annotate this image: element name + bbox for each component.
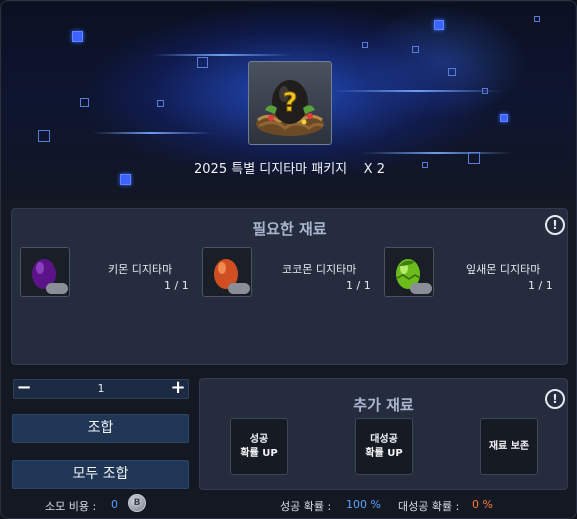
banner-deco-square [157, 100, 164, 107]
banner-deco-square [500, 114, 508, 122]
banner-light-streak [152, 54, 292, 56]
success-rate-label: 성공 확률 : [280, 500, 332, 513]
package-multiplier: X 2 [363, 162, 385, 177]
package-title-text: 2025 특별 디지타마 패키지 [194, 162, 348, 177]
decrease-quantity-button[interactable]: − [15, 378, 33, 398]
great-success-rate-up-slot[interactable]: 대성공확률 UP [355, 418, 413, 475]
banner-deco-square [534, 16, 540, 22]
banner-light-streak [362, 152, 512, 154]
material-slot-kimon[interactable] [20, 247, 70, 297]
combine-button[interactable]: 조합 [12, 414, 189, 443]
required-materials-title: 필요한 재료 [252, 220, 327, 238]
slot-label-line2: 확률 UP [240, 447, 278, 459]
material-name: 잎새몬 디지타마 [466, 263, 541, 276]
combine-window: ? 2025 특별 디지타마 패키지 X 2 필요한 재료 ! 키몬 디지타마 … [0, 0, 577, 519]
banner-deco-square [362, 42, 368, 48]
cost-label: 소모 비용 : [45, 500, 97, 513]
material-quality-badge [46, 283, 68, 294]
material-name: 코코몬 디지타마 [282, 263, 357, 276]
package-title: 2025 특별 디지타마 패키지 X 2 [1, 158, 576, 177]
slot-label-line1: 대성공 [370, 433, 398, 445]
slot-label-line2: 확률 UP [365, 447, 403, 459]
material-name: 키몬 디지타마 [108, 263, 173, 276]
material-count: 1 / 1 [164, 279, 189, 292]
required-materials-panel: 필요한 재료 ! 키몬 디지타마 1 / 1 코코몬 디지타마 1 / 1 잎새… [11, 208, 568, 365]
banner-deco-square [38, 130, 50, 142]
info-icon[interactable]: ! [545, 389, 565, 409]
material-quality-badge [410, 283, 432, 294]
slot-label-line1: 성공 [249, 433, 269, 445]
svg-text:?: ? [282, 88, 297, 118]
combine-all-button[interactable]: 모두 조합 [12, 460, 189, 489]
quantity-value[interactable]: 1 [54, 382, 148, 395]
package-item-slot[interactable]: ? [248, 61, 332, 145]
increase-quantity-button[interactable]: + [169, 378, 187, 398]
great-success-rate-label: 대성공 확률 : [398, 500, 460, 513]
material-count: 1 / 1 [346, 279, 371, 292]
mystery-egg-nest-icon: ? [256, 80, 324, 136]
extra-materials-title: 추가 재료 [353, 396, 414, 414]
banner-deco-square [448, 68, 456, 76]
success-rate-up-slot[interactable]: 성공확률 UP [230, 418, 288, 475]
currency-coin-icon: B [128, 494, 146, 512]
banner-deco-square [482, 88, 488, 94]
material-slot-kokomon[interactable] [202, 247, 252, 297]
material-preserve-slot[interactable]: 재료 보존 [480, 418, 538, 475]
great-success-rate-value: 0 % [472, 498, 493, 511]
banner-light-streak [92, 132, 212, 134]
banner-deco-square [434, 20, 444, 30]
info-icon[interactable]: ! [545, 215, 565, 235]
banner-deco-square [412, 46, 419, 53]
banner-deco-square [197, 57, 208, 68]
cost-value: 0 [111, 498, 118, 511]
material-count: 1 / 1 [528, 279, 553, 292]
banner-deco-square [72, 31, 83, 42]
banner-light-streak [332, 90, 502, 92]
quantity-stepper: − 1 + [13, 378, 189, 399]
material-slot-leafmon[interactable] [384, 247, 434, 297]
slot-label-line1: 재료 보존 [488, 440, 530, 452]
material-quality-badge [228, 283, 250, 294]
success-rate-value: 100 % [346, 498, 381, 511]
banner-deco-square [80, 98, 89, 107]
